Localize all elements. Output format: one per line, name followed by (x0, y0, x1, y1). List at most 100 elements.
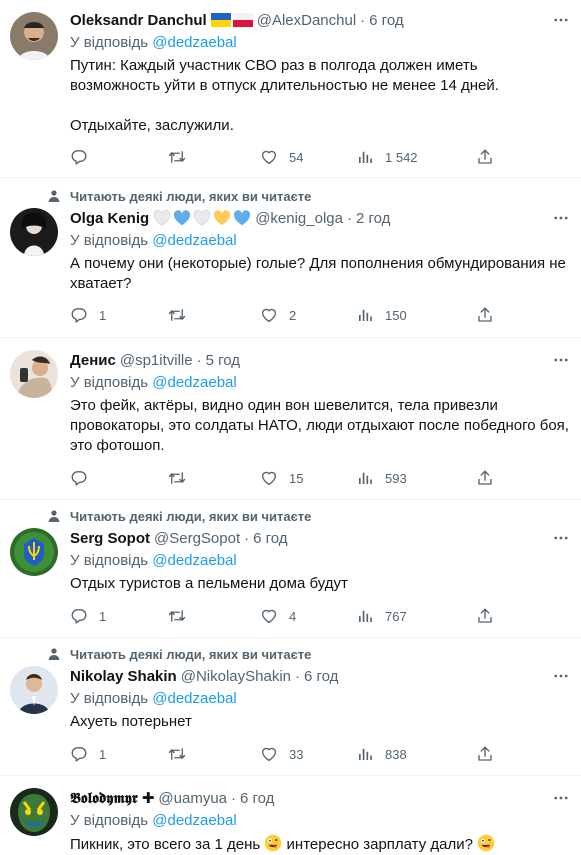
views-button[interactable]: 1 542 (356, 148, 418, 166)
tweet-6[interactable]: 𝕭𝖔𝖑𝖔𝖉𝖞𝖒𝖞𝖗 ✚ @uamyua · 6 год У відповідь … (0, 776, 581, 855)
more-options-button[interactable] (551, 528, 571, 548)
more-options-button[interactable] (551, 788, 571, 808)
replying-to-label: У відповідь (70, 232, 149, 249)
avatar[interactable] (10, 666, 58, 714)
replying-to-link[interactable]: @dedzaebal (152, 374, 236, 391)
views-icon (356, 148, 374, 166)
replying-to-link[interactable]: @dedzaebal (152, 232, 236, 249)
ukraine-flag-icon (210, 13, 231, 27)
views-button[interactable]: 838 (356, 745, 407, 763)
retweet-icon (168, 607, 186, 625)
zany-face-icon (264, 834, 282, 852)
timestamp[interactable]: 6 год (253, 530, 287, 547)
reply-button[interactable] (70, 148, 88, 166)
replying-to-label: У відповідь (70, 690, 149, 707)
user-handle[interactable]: @SergSopot (154, 530, 240, 547)
share-button[interactable] (476, 469, 494, 487)
separator-dot: · (346, 209, 352, 227)
share-button[interactable] (476, 148, 494, 166)
more-options-button[interactable] (551, 208, 571, 228)
avatar[interactable] (10, 350, 58, 398)
retweet-button[interactable] (168, 607, 186, 625)
display-name[interactable]: Nikolay Shakin (70, 668, 177, 685)
replying-to-link[interactable]: @dedzaebal (152, 690, 236, 707)
views-button[interactable]: 767 (356, 607, 407, 625)
retweet-button[interactable] (168, 469, 186, 487)
replying-to-label: У відповідь (70, 374, 149, 391)
tweet-2[interactable]: Читають деякі люди, яких ви читаєте Olga… (0, 178, 581, 338)
replying-to-label: У відповідь (70, 34, 149, 51)
tweet-1[interactable]: Oleksandr Danchul @AlexDanchul · 6 год У… (0, 0, 581, 178)
share-button[interactable] (476, 745, 494, 763)
view-count: 767 (385, 608, 407, 624)
tweet-3[interactable]: Денис @sp1itville · 5 год У відповідь @d… (0, 338, 581, 500)
like-count: 54 (289, 149, 304, 165)
reply-button[interactable]: 1 (70, 306, 106, 324)
replying-to-label: У відповідь (70, 812, 149, 829)
user-handle[interactable]: @kenig_olga (255, 210, 343, 227)
reply-count: 1 (99, 746, 107, 762)
reply-feed: Oleksandr Danchul @AlexDanchul · 6 год У… (0, 0, 581, 855)
user-handle[interactable]: @uamyua (158, 790, 227, 807)
replying-to-link[interactable]: @dedzaebal (152, 34, 236, 51)
replying-to: У відповідь @dedzaebal (70, 33, 237, 53)
user-handle[interactable]: @NikolayShakin (181, 668, 291, 685)
name-flair (153, 210, 251, 226)
reply-button[interactable]: 1 (70, 607, 106, 625)
avatar[interactable] (10, 208, 58, 256)
retweet-icon (168, 306, 186, 324)
timestamp[interactable]: 2 год (356, 210, 390, 227)
reply-button[interactable]: 1 (70, 745, 106, 763)
separator-dot: · (295, 667, 300, 685)
name-flair (210, 13, 253, 27)
timestamp[interactable]: 6 год (369, 12, 403, 29)
share-button[interactable] (476, 306, 494, 324)
avatar[interactable] (10, 528, 58, 576)
user-handle[interactable]: @AlexDanchul (257, 12, 356, 29)
avatar[interactable] (10, 12, 58, 60)
like-button[interactable]: 15 (260, 469, 303, 487)
replying-to-link[interactable]: @dedzaebal (152, 552, 236, 569)
retweet-button[interactable] (168, 306, 186, 324)
views-button[interactable]: 593 (356, 469, 407, 487)
reply-icon (70, 745, 88, 763)
retweet-icon (168, 745, 186, 763)
display-name[interactable]: Денис (70, 352, 116, 369)
tweet-header: 𝕭𝖔𝖑𝖔𝖉𝖞𝖒𝖞𝖗 ✚ @uamyua · 6 год (70, 788, 541, 808)
reply-button[interactable] (70, 469, 88, 487)
tweet-4[interactable]: Читають деякі люди, яких ви читаєте Serg… (0, 500, 581, 638)
replying-to: У відповідь @dedzaebal (70, 811, 237, 831)
more-options-button[interactable] (551, 10, 571, 30)
like-button[interactable]: 2 (260, 306, 296, 324)
more-options-button[interactable] (551, 666, 571, 686)
like-button[interactable]: 33 (260, 745, 303, 763)
blue-heart-icon (174, 210, 191, 226)
display-name[interactable]: Oleksandr Danchul (70, 12, 207, 29)
views-button[interactable]: 150 (356, 306, 407, 324)
replying-to-link[interactable]: @dedzaebal (152, 812, 236, 829)
timestamp[interactable]: 6 год (240, 790, 274, 807)
timestamp[interactable]: 5 год (206, 352, 240, 369)
display-name[interactable]: Olga Kenig (70, 210, 149, 227)
avatar[interactable] (10, 788, 58, 836)
tweet-5[interactable]: Читають деякі люди, яких ви читаєте Niko… (0, 638, 581, 776)
share-button[interactable] (476, 607, 494, 625)
timestamp[interactable]: 6 год (304, 668, 338, 685)
more-options-button[interactable] (551, 350, 571, 370)
like-button[interactable]: 54 (260, 148, 303, 166)
like-icon (260, 469, 278, 487)
like-button[interactable]: 4 (260, 607, 296, 625)
display-name[interactable]: 𝕭𝖔𝖑𝖔𝖉𝖞𝖒𝖞𝖗 ✚ (70, 789, 154, 807)
like-count: 2 (289, 307, 297, 323)
retweet-button[interactable] (168, 148, 186, 166)
like-count: 4 (289, 608, 297, 624)
tweet-actions: 1 4 767 (62, 599, 502, 633)
replying-to-label: У відповідь (70, 552, 149, 569)
retweet-icon (168, 469, 186, 487)
person-icon (46, 188, 62, 204)
retweet-button[interactable] (168, 745, 186, 763)
user-handle[interactable]: @sp1itville (120, 352, 193, 369)
display-name[interactable]: Serg Sopot (70, 530, 150, 547)
reply-count: 1 (99, 307, 107, 323)
tweet-text-part: интересно зарплату дали? (286, 836, 473, 853)
